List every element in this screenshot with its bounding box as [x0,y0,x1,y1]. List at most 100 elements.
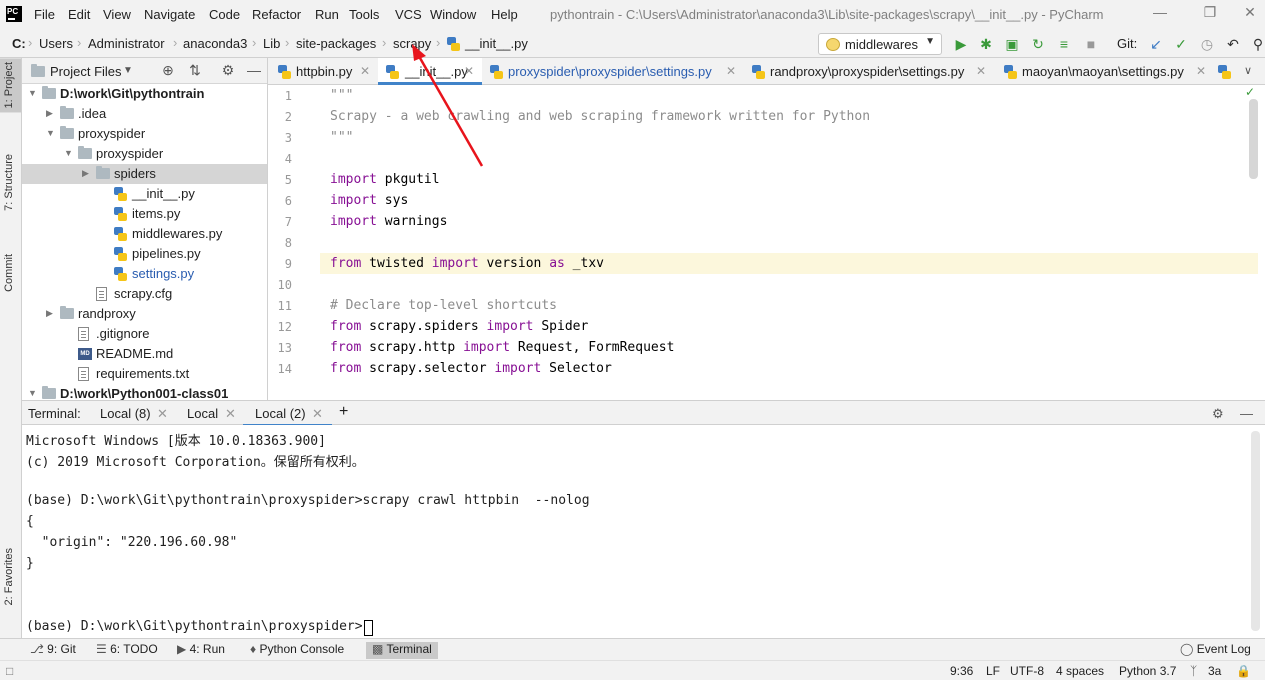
tab-randproxy-settings[interactable]: randproxy\proxyspider\settings.py ✕ [746,58,990,85]
expand-arrow-icon[interactable]: ▼ [28,388,37,398]
breadcrumb-drive[interactable]: C: [12,36,26,51]
expand-arrow-icon[interactable]: ▼ [64,148,73,158]
toggle-tool-windows-icon[interactable]: □ [6,664,13,678]
close-tab-icon[interactable]: ✕ [157,406,168,422]
tree-item[interactable]: MD README.md [22,344,267,364]
close-icon[interactable]: ✕ [1235,4,1265,24]
debug-icon[interactable]: ✱ [978,36,994,52]
tab-httpbin[interactable]: httpbin.py ✕ [268,58,376,85]
hide-panel-icon[interactable]: — [1240,406,1253,421]
breadcrumb-scrapy[interactable]: scrapy [393,36,431,51]
menu-view[interactable]: View [103,7,131,22]
editor-scrollbar[interactable] [1249,99,1258,179]
profile-icon[interactable]: ↻ [1030,36,1046,52]
hide-panel-icon[interactable]: — [246,62,262,78]
terminal-output[interactable]: Microsoft Windows [版本 10.0.18363.900] (c)… [22,425,1265,638]
minimize-icon[interactable]: — [1145,4,1175,24]
terminal-tab-local-2[interactable]: Local (2) [243,406,331,427]
locate-file-icon[interactable]: ⊕ [160,62,176,78]
search-icon[interactable]: ⚲ [1250,36,1265,52]
expand-arrow-icon[interactable]: ▼ [28,88,37,98]
run-concurrency-icon[interactable]: ≡ [1056,36,1072,52]
tab-maoyan-settings[interactable]: maoyan\maoyan\settings.py ✕ [998,58,1212,85]
close-tab-icon[interactable]: ✕ [976,64,986,78]
caret-position[interactable]: 9:36 [950,664,973,678]
file-encoding[interactable]: UTF-8 [1010,664,1044,678]
favorites-tool-tab[interactable]: 2: Favorites [3,548,15,605]
git-commit-icon[interactable]: ✓ [1173,36,1189,52]
run-configuration-dropdown[interactable]: middlewares ▼ [818,33,942,55]
rollback-icon[interactable]: ↶ [1225,36,1241,52]
breadcrumb-users[interactable]: Users [39,36,73,51]
tree-item[interactable]: settings.py [22,264,267,284]
tool-run[interactable]: ▶ 4: Run [171,642,231,659]
tree-item[interactable]: middlewares.py [22,224,267,244]
breadcrumb-administrator[interactable]: Administrator [88,36,165,51]
terminal-scrollbar[interactable] [1251,431,1260,631]
breadcrumb-init-file[interactable]: __init__.py [465,36,528,51]
history-icon[interactable]: ◷ [1199,36,1215,52]
close-tab-icon[interactable]: ✕ [1196,64,1206,78]
close-tab-icon[interactable]: ✕ [225,406,236,422]
restore-icon[interactable]: ❐ [1195,4,1225,24]
tool-terminal[interactable]: ▩ Terminal [366,642,438,659]
collapse-all-icon[interactable]: ⇅ [187,62,203,78]
tree-item[interactable]: ▼ proxyspider [22,124,267,144]
collapse-arrow-icon[interactable]: ▶ [46,108,53,119]
menu-file[interactable]: File [34,7,55,22]
run-icon[interactable]: ▶ [953,36,969,52]
menu-tools[interactable]: Tools [349,7,379,22]
menu-refactor[interactable]: Refactor [252,7,301,22]
close-tab-icon[interactable]: ✕ [360,64,370,78]
new-terminal-plus-icon[interactable]: + [339,403,348,421]
collapse-arrow-icon[interactable]: ▶ [82,168,89,179]
close-tab-icon[interactable]: ✕ [464,64,474,78]
tree-item[interactable]: requirements.txt [22,364,267,384]
structure-tool-tab[interactable]: 7: Structure [3,154,15,211]
stop-icon[interactable]: ■ [1083,36,1099,52]
collapse-arrow-icon[interactable]: ▶ [46,308,53,319]
tree-item[interactable]: .gitignore [22,324,267,344]
gear-icon[interactable]: ⚙ [1212,406,1224,422]
tab-list-chevron-icon[interactable]: ∨ [1240,63,1256,79]
tool-git[interactable]: ⎇ 9: Git [24,642,82,659]
tree-item[interactable]: ▶ spiders [22,164,267,184]
inspection-ok-icon[interactable]: ✓ [1245,85,1255,99]
project-view-selector[interactable]: Project Files [50,64,122,79]
project-tool-tab[interactable]: 1: Project [0,58,21,113]
menu-vcs[interactable]: VCS [395,7,422,22]
menu-run[interactable]: Run [315,7,339,22]
code-editor[interactable]: 1 2 3 4 5 6 7 8 9 10 11 12 13 14 """ Scrapy - a web cr… [268,85,1265,400]
line-separator[interactable]: LF [986,664,1000,678]
close-tab-icon[interactable]: ✕ [312,406,323,422]
tree-item[interactable]: items.py [22,204,267,224]
breadcrumb-site-packages[interactable]: site-packages [296,36,376,51]
breadcrumb-lib[interactable]: Lib [263,36,280,51]
menu-code[interactable]: Code [209,7,240,22]
tree-item[interactable]: ▶ randproxy [22,304,267,324]
tree-item[interactable]: pipelines.py [22,244,267,264]
tool-todo[interactable]: ☰ 6: TODO [90,642,164,659]
tool-event-log[interactable]: ◯ Event Log [1174,642,1257,659]
terminal-tab-local[interactable]: Local [187,406,218,421]
close-tab-icon[interactable]: ✕ [726,64,736,78]
tab-proxyspider-settings[interactable]: proxyspider\proxyspider\settings.py ✕ [484,58,742,85]
chevron-down-icon[interactable]: ▼ [120,63,136,79]
git-update-icon[interactable]: ↙ [1148,36,1164,52]
gear-icon[interactable]: ⚙ [220,62,236,78]
tree-item[interactable]: ▼ D:\work\Git\pythontrain [22,84,267,104]
tree-item[interactable]: __init__.py [22,184,267,204]
tree-item[interactable]: scrapy.cfg [22,284,267,304]
tool-python-console[interactable]: ♦ Python Console [244,642,350,659]
menu-edit[interactable]: Edit [68,7,90,22]
git-branch[interactable]: 3a [1208,664,1221,678]
run-with-coverage-icon[interactable]: ▣ [1004,36,1020,52]
lock-icon[interactable]: 🔒 [1236,664,1251,678]
tab-init[interactable]: __init__.py ✕ [378,58,482,85]
expand-arrow-icon[interactable]: ▼ [46,128,55,138]
breadcrumb-anaconda3[interactable]: anaconda3 [183,36,247,51]
python-interpreter[interactable]: Python 3.7 [1119,664,1176,678]
commit-tool-tab[interactable]: Commit [3,254,15,292]
tree-item[interactable]: ▼ D:\work\Python001-class01 [22,384,267,400]
menu-navigate[interactable]: Navigate [144,7,195,22]
